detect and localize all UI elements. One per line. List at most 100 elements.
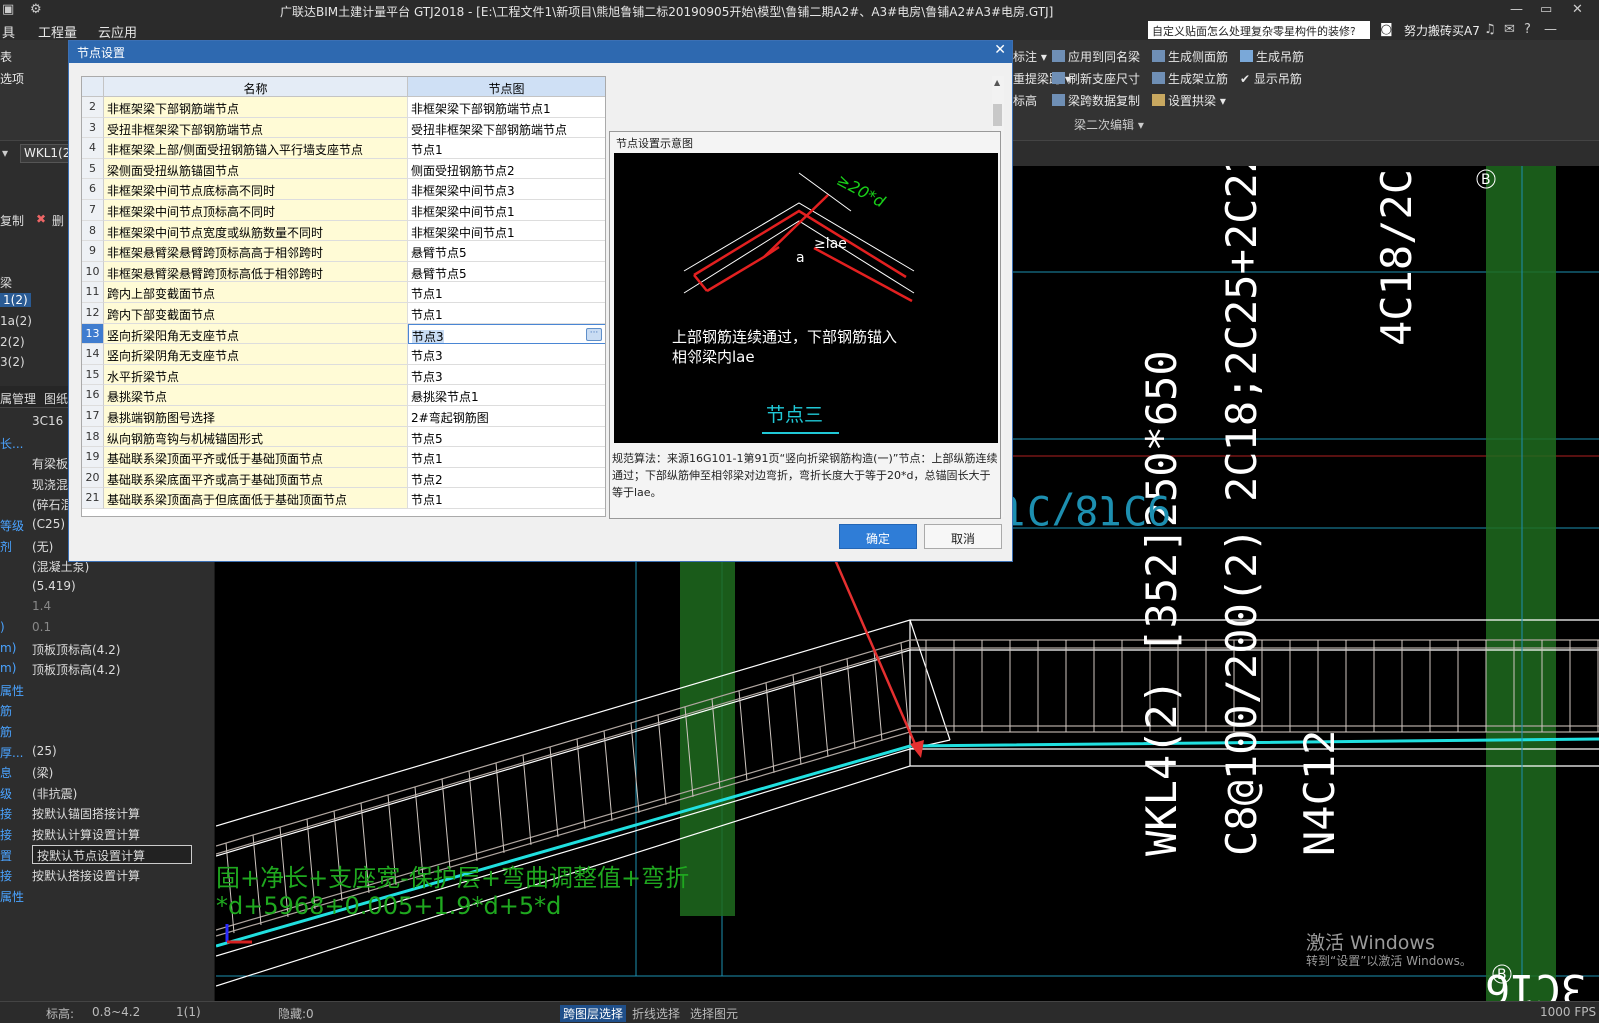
node-name-cell[interactable]: 受扭非框架梁下部钢筋端节点 [104, 117, 408, 139]
node-value-cell[interactable]: 非框架梁中间节点1 [408, 200, 605, 221]
ribbon-item-copy-span[interactable]: 梁跨数据复制 [1052, 92, 1140, 109]
help-search-input[interactable]: 自定义贴面怎么处理复杂零星构件的装修? [1148, 21, 1370, 39]
column-header-name[interactable]: 名称 [104, 77, 408, 97]
property-value[interactable]: (C25) [32, 517, 65, 531]
property-value[interactable]: (梁) [32, 764, 53, 781]
node-name-cell[interactable]: 跨内下部变截面节点 [104, 303, 408, 324]
node-name-cell[interactable]: 非框架梁中间节点底标高不同时 [104, 179, 408, 200]
table-row[interactable]: 10 非框架悬臂梁悬臂跨顶标高低于相邻跨时 悬臂节点5 [82, 261, 605, 283]
node-name-cell[interactable]: 非框架悬臂梁悬臂跨顶标高高于相邻跨时 [104, 241, 408, 262]
node-name-cell[interactable]: 非框架梁中间节点顶标高不同时 [104, 200, 408, 221]
cross-layer-select[interactable]: 跨图层选择 [560, 1005, 627, 1022]
min-ribbon-icon[interactable]: — [1544, 22, 1557, 37]
property-value[interactable]: 按默认计算设置计算 [32, 826, 140, 843]
node-name-cell[interactable]: 非框架悬臂梁悬臂跨顶标高低于相邻跨时 [104, 261, 408, 283]
node-value-cell[interactable]: 节点1 [408, 303, 605, 324]
property-value[interactable]: (无) [32, 538, 53, 555]
table-row[interactable]: 9 非框架悬臂梁悬臂跨顶标高高于相邻跨时 悬臂节点5 [82, 241, 605, 262]
node-value-cell[interactable]: 侧面受扭钢筋节点2 [408, 158, 605, 180]
tree-item[interactable]: 1a(2) [0, 314, 32, 328]
node-name-cell[interactable]: 纵向钢筋弯钩与机械锚固形式 [104, 426, 408, 448]
property-value[interactable]: 1.4 [32, 599, 51, 613]
tree-item-selected[interactable]: 1(2) [0, 293, 31, 307]
property-value[interactable]: 现浇混 [32, 476, 68, 493]
delete-icon[interactable]: ✖ [36, 212, 46, 226]
table-row[interactable]: 20 基础联系梁底面平齐或高于基础顶面节点 节点2 [82, 467, 605, 489]
node-name-cell[interactable]: 悬挑梁节点 [104, 385, 408, 406]
menu-item[interactable]: 具 [2, 22, 15, 41]
table-row[interactable]: 3 受扭非框架梁下部钢筋端节点 受扭非框架梁下部钢筋端节点 [82, 117, 605, 139]
tree-item[interactable]: 2(2) [0, 335, 25, 349]
property-value[interactable]: 3C16 [32, 414, 63, 428]
ribbon-left-item[interactable]: 表 [0, 48, 12, 65]
property-value[interactable]: (25) [32, 744, 57, 758]
quick-access-icon[interactable]: ⚙ [30, 2, 42, 17]
table-row[interactable]: 21 基础联系梁顶面高于但底面低于基础顶面节点 节点1 [82, 488, 605, 509]
ribbon-item-elevation[interactable]: 标高 [1013, 92, 1037, 109]
node-value-cell[interactable]: 节点5 [408, 426, 605, 448]
ribbon-item-hanger[interactable]: 生成吊筋 [1240, 48, 1304, 65]
node-value-cell[interactable]: 节点3 ··· [408, 323, 605, 345]
node-name-cell[interactable]: 基础联系梁顶面平齐或低于基础顶面节点 [104, 447, 408, 468]
column-header-node[interactable]: 节点图 [408, 77, 605, 97]
table-row[interactable]: 7 非框架梁中间节点顶标高不同时 非框架梁中间节点1 [82, 200, 605, 221]
table-row[interactable]: 15 水平折梁节点 节点3 [82, 364, 605, 386]
node-value-cell[interactable]: 节点2 [408, 467, 605, 489]
table-row[interactable]: 14 竖向折梁阴角无支座节点 节点3 [82, 344, 605, 365]
property-value[interactable]: 0.1 [32, 620, 51, 634]
ok-button[interactable]: 确定 [839, 524, 917, 549]
table-row[interactable]: 12 跨内下部变截面节点 节点1 [82, 303, 605, 324]
scroll-up-icon[interactable]: ▲ [994, 78, 1000, 87]
node-name-cell[interactable]: 跨内上部变截面节点 [104, 282, 408, 303]
menu-item-quantity[interactable]: 工程量 [38, 22, 77, 41]
tab-drawing[interactable]: 图纸 [44, 390, 68, 407]
node-name-cell[interactable]: 非框架梁下部钢筋端节点 [104, 97, 408, 118]
node-value-cell[interactable]: 非框架梁中间节点1 [408, 220, 605, 242]
tree-item[interactable]: 3(2) [0, 355, 25, 369]
node-name-cell[interactable]: 悬挑端钢筋图号选择 [104, 406, 408, 427]
node-value-cell[interactable]: 节点1 [408, 282, 605, 303]
maximize-button[interactable]: ▭ [1540, 2, 1552, 17]
node-name-cell[interactable]: 竖向折梁阴角无支座节点 [104, 344, 408, 365]
node-value-cell[interactable]: 受扭非框架梁下部钢筋端节点 [408, 117, 605, 139]
table-row[interactable]: 4 非框架梁上部/侧面受扭钢筋锚入平行墙支座节点 节点1 [82, 138, 605, 159]
property-value[interactable]: 按默认搭接设置计算 [32, 867, 140, 884]
table-row[interactable]: 13 竖向折梁阳角无支座节点 节点3 ··· [82, 323, 605, 345]
dialog-close-icon[interactable]: ✕ [994, 42, 1006, 58]
search-icon[interactable]: ⌕ [1349, 23, 1356, 38]
ribbon-item-refresh-support[interactable]: 刷新支座尺寸 [1052, 70, 1140, 87]
node-value-cell[interactable]: 节点1 [408, 488, 605, 509]
table-row[interactable]: 18 纵向钢筋弯钩与机械锚固形式 节点5 [82, 426, 605, 448]
node-value-cell[interactable]: 2#弯起钢筋图 [408, 406, 605, 427]
property-value[interactable]: (非抗震) [32, 785, 77, 802]
node-value-cell[interactable]: 节点3 [408, 364, 605, 386]
property-value[interactable]: 顶板顶标高(4.2) [32, 661, 120, 678]
ribbon-item-side-bars[interactable]: 生成侧面筋 [1152, 48, 1228, 65]
copy-button[interactable]: 复制 [0, 212, 24, 229]
table-row[interactable]: 6 非框架梁中间节点底标高不同时 非框架梁中间节点3 [82, 179, 605, 200]
avatar[interactable]: ◙ [1380, 22, 1393, 37]
help-icon[interactable]: ? [1524, 22, 1531, 37]
ribbon-item-apply-same[interactable]: 应用到同名梁 [1052, 48, 1140, 65]
cancel-button[interactable]: 取消 [924, 524, 1002, 549]
node-value-cell[interactable]: 悬臂节点5 [408, 241, 605, 262]
polyline-select[interactable]: 折线选择 [632, 1005, 680, 1022]
node-value-cell[interactable]: 悬挑梁节点1 [408, 385, 605, 406]
property-value[interactable]: 按默认锚固搭接计算 [32, 805, 140, 822]
table-row[interactable]: 16 悬挑梁节点 悬挑梁节点1 [82, 385, 605, 406]
property-value[interactable]: (5.419) [32, 579, 76, 593]
user-name[interactable]: 努力搬砖买A7 [1404, 22, 1480, 39]
table-row[interactable]: 8 非框架梁中间节点宽度或纵筋数量不同时 非框架梁中间节点1 [82, 220, 605, 242]
tab-property-manage[interactable]: 属管理 [0, 390, 36, 407]
node-name-cell[interactable]: 水平折梁节点 [104, 364, 408, 386]
bell-icon[interactable]: ♫ [1484, 22, 1496, 37]
delete-button[interactable]: 删 [52, 212, 64, 229]
table-row[interactable]: 5 梁侧面受扭纵筋锚固节点 侧面受扭钢筋节点2 [82, 158, 605, 180]
table-row[interactable]: 17 悬挑端钢筋图号选择 2#弯起钢筋图 [82, 406, 605, 427]
node-name-cell[interactable]: 非框架梁中间节点宽度或纵筋数量不同时 [104, 220, 408, 242]
node-name-cell[interactable]: 梁侧面受扭纵筋锚固节点 [104, 158, 408, 180]
chat-icon[interactable]: ✉ [1504, 22, 1515, 37]
ribbon-left-item[interactable]: 选项 [0, 70, 24, 87]
edit-node-button[interactable]: ··· [586, 327, 602, 341]
node-value-cell[interactable]: 悬臂节点5 [408, 261, 605, 283]
